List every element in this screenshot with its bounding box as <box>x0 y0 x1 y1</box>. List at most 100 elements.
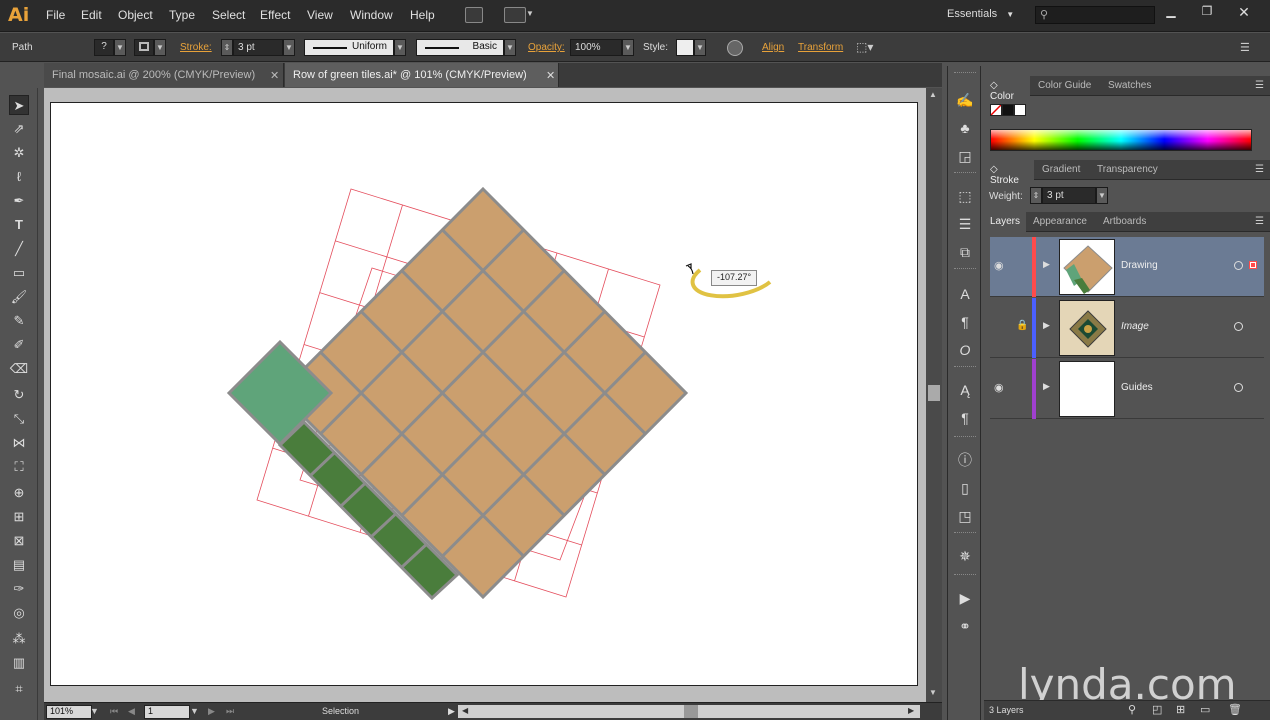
new-layer-icon[interactable]: ▭ <box>1200 703 1210 716</box>
scroll-right-icon[interactable]: ▶ <box>908 706 914 715</box>
tab-color-guide[interactable]: Color Guide <box>1032 76 1097 96</box>
new-sublayer-icon[interactable]: ⊞ <box>1176 703 1185 716</box>
pencil-tool-icon[interactable]: ✎ <box>9 311 29 331</box>
status-menu-icon[interactable]: ▶ <box>448 706 455 717</box>
menu-view[interactable]: View <box>307 8 333 22</box>
panel-menu-icon[interactable]: ☰ <box>1255 80 1264 91</box>
menu-edit[interactable]: Edit <box>81 8 102 22</box>
links-chain-icon[interactable]: ⚭ <box>955 616 975 636</box>
graphic-style-swatch[interactable] <box>676 39 694 56</box>
blob-brush-tool-icon[interactable]: ✐ <box>9 335 29 355</box>
direct-selection-tool-icon[interactable]: ⇗ <box>9 119 29 139</box>
tab-final-mosaic[interactable]: Final mosaic.ai @ 200% (CMYK/Preview) <box>44 63 284 87</box>
horizontal-scrollbar[interactable]: ◀ ▶ <box>458 705 920 718</box>
layer-row-image[interactable]: 🔒 ▶ Image <box>990 298 1264 358</box>
scroll-thumb[interactable] <box>684 705 698 718</box>
brushes-icon[interactable]: ✍ <box>955 90 975 110</box>
symbol-sprayer-tool-icon[interactable]: ⁂ <box>9 629 29 649</box>
chevron-down-icon[interactable]: ▼ <box>90 706 99 716</box>
next-artboard-icon[interactable]: ▶ <box>208 706 215 717</box>
stroke-stepper[interactable]: ⇕ <box>221 39 233 56</box>
chevron-down-icon[interactable]: ▼ <box>694 39 706 56</box>
paragraph-styles-icon[interactable]: ¶ <box>955 408 975 428</box>
tab-color[interactable]: ◇ Color <box>984 76 1030 102</box>
info-icon[interactable]: ⓘ <box>955 450 975 470</box>
zoom-field[interactable]: 101% <box>46 705 92 719</box>
tab-row-of-green-tiles[interactable]: Row of green tiles.ai* @ 101% (CMYK/Prev… <box>285 63 559 87</box>
control-panel-menu-icon[interactable]: ☰ <box>1240 41 1250 54</box>
panel-menu-icon[interactable]: ☰ <box>1255 216 1264 227</box>
align-panel-icon[interactable]: ☰ <box>955 214 975 234</box>
tab-stroke[interactable]: ◇ Stroke <box>984 160 1034 186</box>
menu-window[interactable]: Window <box>350 8 393 22</box>
chevron-down-icon[interactable]: ▼ <box>1096 187 1108 204</box>
eye-icon[interactable]: ◉ <box>994 381 1004 394</box>
color-spectrum[interactable] <box>990 129 1252 151</box>
selection-indicator[interactable] <box>1249 261 1257 269</box>
chevron-down-icon[interactable]: ▼ <box>526 9 534 18</box>
chevron-down-icon[interactable]: ▼ <box>394 39 406 56</box>
close-icon[interactable]: ✕ <box>1233 4 1255 20</box>
weight-stepper[interactable]: ⇕ <box>1030 187 1042 204</box>
paragraph-icon[interactable]: ¶ <box>955 312 975 332</box>
scroll-down-icon[interactable]: ▼ <box>929 688 937 697</box>
expand-arrow-icon[interactable]: ▶ <box>1043 259 1050 270</box>
tab-appearance[interactable]: Appearance <box>1027 212 1093 232</box>
rotate-tool-icon[interactable]: ↻ <box>9 385 29 405</box>
menu-effect[interactable]: Effect <box>260 8 290 22</box>
scroll-left-icon[interactable]: ◀ <box>462 706 468 715</box>
chevron-down-icon[interactable]: ▼ <box>504 39 516 56</box>
workspace-switcher[interactable]: Essentials ▼ <box>947 8 1014 20</box>
mesh-tool-icon[interactable]: ⊠ <box>9 531 29 551</box>
transform-link[interactable]: Transform <box>798 42 843 53</box>
menu-object[interactable]: Object <box>118 8 153 22</box>
stroke-swatch[interactable] <box>134 39 154 56</box>
strip-grip[interactable] <box>954 268 976 271</box>
symbols-icon[interactable]: ♣ <box>955 118 975 138</box>
minimize-icon[interactable]: ▁ <box>1160 4 1182 20</box>
locate-object-icon[interactable]: ⚲ <box>1128 703 1136 716</box>
tab-artboards[interactable]: Artboards <box>1097 212 1152 232</box>
layer-row-drawing[interactable]: ◉ ▶ Drawing <box>990 237 1264 297</box>
rectangle-tool-icon[interactable]: ▭ <box>9 263 29 283</box>
none-swatch[interactable] <box>990 104 1002 116</box>
previous-artboard-icon[interactable]: ◀ <box>128 706 135 717</box>
expand-arrow-icon[interactable]: ▶ <box>1043 320 1050 331</box>
panel-menu-icon[interactable]: ☰ <box>1255 164 1264 175</box>
strip-grip[interactable] <box>954 436 976 439</box>
eye-icon[interactable]: ◉ <box>994 259 1004 272</box>
bridge-icon[interactable] <box>465 7 483 23</box>
chevron-down-icon[interactable]: ▼ <box>283 39 295 56</box>
close-icon[interactable]: ✕ <box>546 69 555 82</box>
menu-select[interactable]: Select <box>212 8 245 22</box>
tab-gradient[interactable]: Gradient <box>1036 160 1086 180</box>
actions-icon[interactable]: ▶ <box>955 588 975 608</box>
opentype-icon[interactable]: O <box>955 340 975 360</box>
eraser-tool-icon[interactable]: ⌫ <box>9 359 29 379</box>
strip-grip[interactable] <box>954 532 976 535</box>
weight-field[interactable]: 3 pt <box>1042 187 1096 204</box>
graphic-styles-icon[interactable]: ◲ <box>955 146 975 166</box>
artwork[interactable] <box>50 102 918 686</box>
gradient-tool-icon[interactable]: ▤ <box>9 555 29 575</box>
links-icon[interactable]: ◳ <box>955 506 975 526</box>
paintbrush-tool-icon[interactable]: 🖌 <box>9 287 29 307</box>
artboard-number-field[interactable]: 1 <box>144 705 190 719</box>
trash-icon[interactable]: 🗑 <box>1228 703 1242 716</box>
first-artboard-icon[interactable]: ⏮ <box>110 706 118 717</box>
column-graph-tool-icon[interactable]: ▥ <box>9 653 29 673</box>
scroll-up-icon[interactable]: ▲ <box>929 90 937 99</box>
character-styles-icon[interactable]: Ą <box>955 380 975 400</box>
lock-icon[interactable]: 🔒 <box>1016 320 1028 331</box>
align-link[interactable]: Align <box>762 42 784 53</box>
maximize-icon[interactable]: ❐ <box>1196 4 1218 20</box>
last-artboard-icon[interactable]: ⏭ <box>226 706 234 717</box>
clipping-mask-icon[interactable]: ◰ <box>1152 703 1162 716</box>
type-tool-icon[interactable]: T <box>9 215 29 235</box>
free-transform-tool-icon[interactable]: ⛶ <box>9 457 29 477</box>
line-tool-icon[interactable]: ╱ <box>9 239 29 259</box>
tab-swatches[interactable]: Swatches <box>1102 76 1157 96</box>
variable-width-profile[interactable]: Uniform <box>304 39 394 56</box>
menu-type[interactable]: Type <box>169 8 195 22</box>
tab-transparency[interactable]: Transparency <box>1091 160 1164 180</box>
